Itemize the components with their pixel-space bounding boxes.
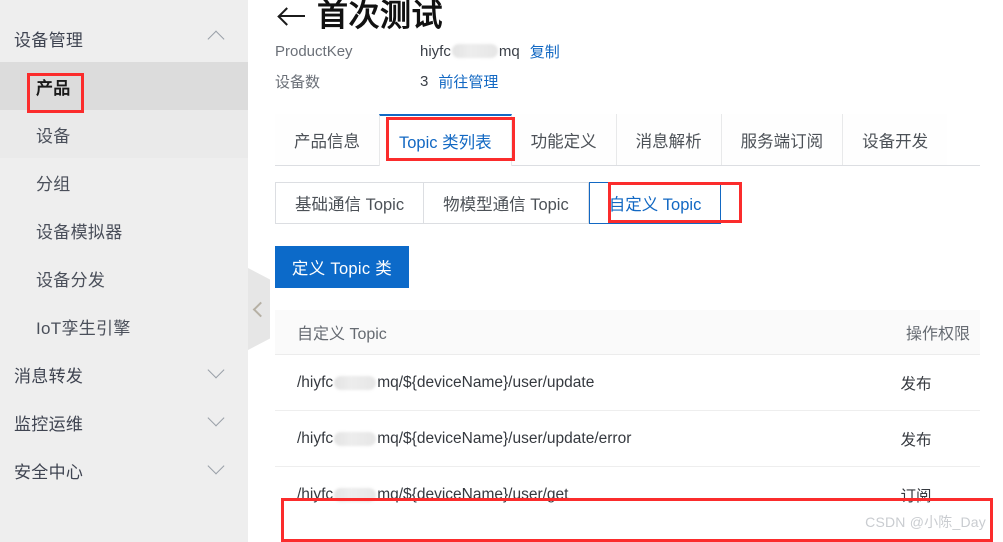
topic-suffix: mq/${deviceName}/user/update/error <box>377 429 632 447</box>
column-header-topic: 自定义 Topic <box>297 326 387 343</box>
page-header: 首次测试 <box>275 0 1003 36</box>
device-count-value: 3 <box>420 72 429 90</box>
chevron-down-icon <box>208 413 226 431</box>
subtab-custom-topic[interactable]: 自定义 Topic <box>588 182 722 224</box>
sidebar-item-devices[interactable]: 设备 <box>0 110 248 158</box>
redaction-mask <box>334 431 377 446</box>
topic-suffix: mq/${deviceName}/user/update <box>377 373 595 391</box>
subtab-group: 基础通信 Topic 物模型通信 Topic 自定义 Topic <box>275 182 749 224</box>
topic-prefix: /hiyfc <box>297 429 334 447</box>
tab-label: 功能定义 <box>530 132 597 151</box>
cell-permission: 发布 <box>900 431 932 449</box>
sidebar-group-device-management[interactable]: 设备管理 <box>0 14 248 62</box>
table-header-row: 自定义 Topic 操作权限 <box>275 310 980 355</box>
sidebar-item-products[interactable]: 产品 <box>0 62 248 110</box>
app-root: 设备管理 产品 设备 分组 设备模拟器 设备分发 IoT孪生引擎 消息转发 监控… <box>0 0 1003 542</box>
subtab-label: 物模型通信 Topic <box>443 196 569 214</box>
meta-value: hiyfc mq 复制 <box>420 41 560 62</box>
cell-permission: 订阅 <box>900 488 932 505</box>
sidebar-item-device-simulator[interactable]: 设备模拟器 <box>0 206 248 254</box>
topic-suffix: mq/${deviceName}/user/get <box>377 486 569 503</box>
subtab-basic-communication-topic[interactable]: 基础通信 Topic <box>275 182 425 224</box>
subtab-label: 基础通信 Topic <box>295 196 405 214</box>
chevron-down-icon <box>208 365 226 383</box>
meta-label: ProductKey <box>275 42 353 60</box>
tab-label: Topic 类列表 <box>399 134 492 152</box>
cell-topic: /hiyfc mq/${deviceName}/user/get <box>275 486 864 504</box>
sidebar: 设备管理 产品 设备 分组 设备模拟器 设备分发 IoT孪生引擎 消息转发 监控… <box>0 0 248 542</box>
tab-server-subscription[interactable]: 服务端订阅 <box>720 114 843 165</box>
cell-topic: /hiyfc mq/${deviceName}/user/update <box>275 374 864 392</box>
sidebar-group-label: 设备管理 <box>14 30 84 50</box>
sidebar-item-label: 设备模拟器 <box>36 222 123 242</box>
redaction-mask <box>334 375 377 390</box>
tab-label: 服务端订阅 <box>740 132 824 151</box>
table-row[interactable]: /hiyfc mq/${deviceName}/user/get 订阅 <box>275 467 980 523</box>
main-content: 首次测试 ProductKey hiyfc mq 复制 设备数 3 前往管理 产… <box>248 0 1003 542</box>
page-title: 首次测试 <box>317 0 443 33</box>
tab-label: 设备开发 <box>862 132 929 151</box>
sidebar-item-label: 设备 <box>36 126 71 146</box>
sidebar-item-label: 分组 <box>36 174 71 194</box>
sidebar-group-label: 消息转发 <box>14 366 84 386</box>
go-to-management-link[interactable]: 前往管理 <box>438 71 498 92</box>
sidebar-group-label: 安全中心 <box>14 462 84 482</box>
meta-row-productkey: ProductKey hiyfc mq 复制 <box>275 36 1003 66</box>
sidebar-item-label: 设备分发 <box>36 270 106 290</box>
sidebar-item-groups[interactable]: 分组 <box>0 158 248 206</box>
sidebar-collapse-handle[interactable] <box>248 268 270 350</box>
meta-label: 设备数 <box>275 73 321 91</box>
redaction-mask <box>334 488 377 502</box>
cell-permission: 发布 <box>900 375 932 393</box>
back-arrow-icon[interactable] <box>275 0 309 33</box>
meta-value: 3 前往管理 <box>420 71 498 92</box>
tab-label: 消息解析 <box>635 132 702 151</box>
sidebar-item-iot-twin-engine[interactable]: IoT孪生引擎 <box>0 302 248 350</box>
topic-prefix: /hiyfc <box>297 486 334 503</box>
chevron-down-icon <box>208 461 226 479</box>
define-topic-class-button[interactable]: 定义 Topic 类 <box>275 246 409 288</box>
chevron-up-icon <box>208 29 226 47</box>
tab-bar: 产品信息 Topic 类列表 功能定义 消息解析 服务端订阅 设备开发 <box>275 114 980 166</box>
copy-link[interactable]: 复制 <box>530 41 560 62</box>
subtab-label: 自定义 Topic <box>608 196 702 214</box>
custom-topic-table: 自定义 Topic 操作权限 /hiyfc mq/${deviceName}/u… <box>275 310 980 523</box>
productkey-suffix: mq <box>498 42 520 60</box>
meta-row-device-count: 设备数 3 前往管理 <box>275 66 1003 96</box>
tab-label: 产品信息 <box>294 132 360 151</box>
tab-function-definition[interactable]: 功能定义 <box>511 114 616 165</box>
cell-topic: /hiyfc mq/${deviceName}/user/update/erro… <box>275 430 864 448</box>
topic-prefix: /hiyfc <box>297 373 334 391</box>
subtab-thing-model-communication-topic[interactable]: 物模型通信 Topic <box>424 182 589 224</box>
sidebar-item-label: 产品 <box>36 78 71 98</box>
sidebar-group-monitoring-ops[interactable]: 监控运维 <box>0 398 248 446</box>
sidebar-item-label: IoT孪生引擎 <box>36 318 131 338</box>
sidebar-group-label: 监控运维 <box>14 414 84 434</box>
tab-product-info[interactable]: 产品信息 <box>275 114 379 165</box>
sidebar-group-message-forwarding[interactable]: 消息转发 <box>0 350 248 398</box>
redaction-mask <box>451 44 498 58</box>
sidebar-item-device-distribution[interactable]: 设备分发 <box>0 254 248 302</box>
tab-message-parsing[interactable]: 消息解析 <box>615 114 721 165</box>
table-row[interactable]: /hiyfc mq/${deviceName}/user/update/erro… <box>275 411 980 467</box>
column-header-permission: 操作权限 <box>905 326 970 343</box>
tab-topic-list[interactable]: Topic 类列表 <box>379 114 512 166</box>
sidebar-group-security-center[interactable]: 安全中心 <box>0 446 248 494</box>
productkey-prefix: hiyfc <box>420 42 451 60</box>
table-row[interactable]: /hiyfc mq/${deviceName}/user/update 发布 <box>275 355 980 411</box>
tab-device-development[interactable]: 设备开发 <box>842 114 948 165</box>
